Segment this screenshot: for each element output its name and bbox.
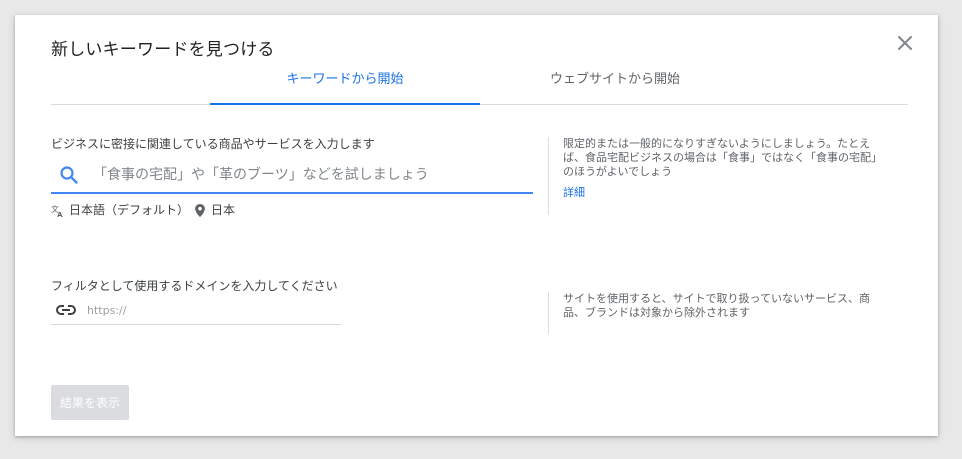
show-results-button[interactable]: 結果を表示 bbox=[51, 385, 129, 420]
domain-label: フィルタとして使用するドメインを入力してください bbox=[51, 279, 338, 293]
tab-bar: キーワードから開始 ウェブサイトから開始 bbox=[51, 67, 908, 105]
svg-text:A: A bbox=[57, 211, 63, 218]
location-pin-icon bbox=[195, 204, 205, 217]
keywords-help-line-1: 限定的または一般的になりすぎないようにしましょう。たとえ bbox=[563, 137, 871, 150]
language-label: 日本語（デフォルト） bbox=[69, 203, 190, 217]
keywords-input[interactable] bbox=[93, 158, 529, 192]
keywords-search-box[interactable] bbox=[51, 158, 533, 194]
tab-start-with-website[interactable]: ウェブサイトから開始 bbox=[480, 67, 750, 103]
domain-field[interactable] bbox=[51, 297, 341, 325]
search-icon bbox=[60, 166, 78, 184]
domain-help-line-1: サイトを使用すると、サイトで取り扱っていないサービス、商 bbox=[563, 292, 871, 305]
keywords-help-line-3: のほうがよいでしょう bbox=[563, 165, 673, 178]
translate-icon: 文 A bbox=[51, 204, 63, 218]
domain-help: サイトを使用すると、サイトで取り扱っていないサービス、商 品、ブランドは対象から… bbox=[548, 292, 893, 334]
keywords-help: 限定的または一般的になりすぎないようにしましょう。たとえ ば、食品宅配ビジネスの… bbox=[548, 137, 893, 215]
keyword-planner-dialog: 新しいキーワードを見つける キーワードから開始 ウェブサイトから開始 ビジネスに… bbox=[15, 15, 938, 436]
learn-more-link[interactable]: 詳細 bbox=[563, 186, 585, 200]
domain-help-line-2: 品、ブランドは対象から除外されます bbox=[563, 306, 750, 319]
keywords-label: ビジネスに密接に関連している商品やサービスを入力します bbox=[51, 137, 375, 151]
link-icon bbox=[56, 305, 76, 315]
location-label: 日本 bbox=[211, 203, 236, 217]
domain-input[interactable] bbox=[87, 297, 337, 324]
keywords-help-line-2: ば、食品宅配ビジネスの場合は「食事」ではなく「食事の宅配」 bbox=[563, 151, 882, 164]
tab-start-with-keywords[interactable]: キーワードから開始 bbox=[210, 67, 480, 105]
dialog-title: 新しいキーワードを見つける bbox=[51, 40, 275, 60]
close-icon[interactable] bbox=[895, 33, 915, 53]
